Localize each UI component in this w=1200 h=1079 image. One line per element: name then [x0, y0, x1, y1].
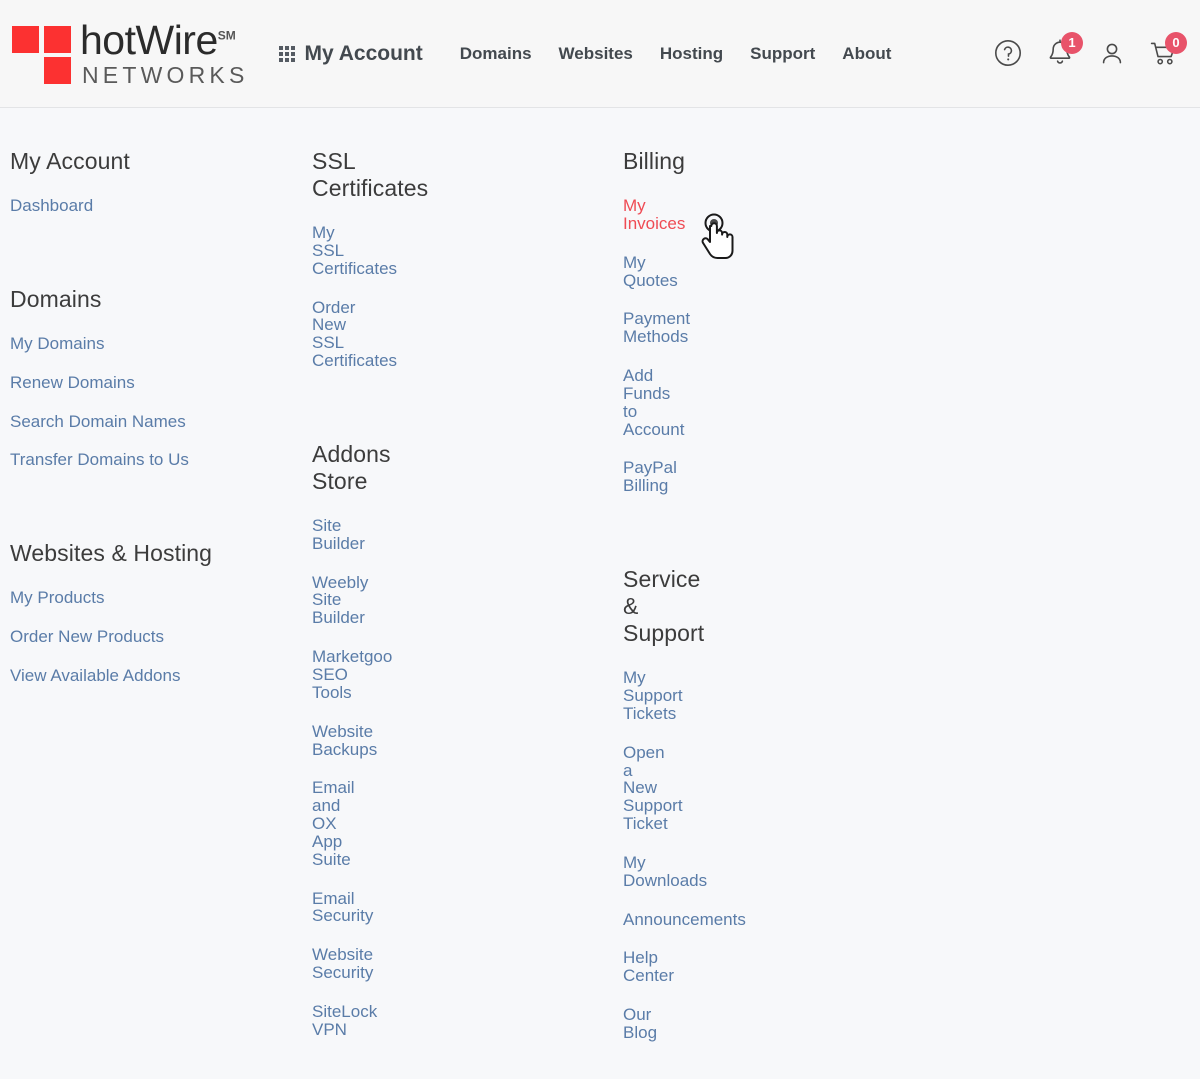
cart-count-badge: 0 [1165, 31, 1187, 54]
logo-word-text: hotWire [80, 17, 218, 63]
nav-item-about[interactable]: About [842, 44, 891, 64]
notifications-bell-icon[interactable]: 1 [1044, 31, 1083, 71]
account-links-grid: My Account Dashboard Domains My Domains … [0, 108, 1200, 1079]
logo-squares-icon [10, 23, 72, 85]
grid-apps-icon [278, 45, 295, 62]
header-icon-group: 1 0 [992, 31, 1187, 71]
nav-item-support[interactable]: Support [750, 44, 815, 64]
promo-panel: Get Paid To Share Start Earning Residual… [321, 142, 1200, 1079]
logo-subtitle: NETWORKS [82, 62, 249, 88]
my-account-menu-button[interactable]: My Account [278, 41, 423, 66]
help-circle-icon[interactable] [992, 37, 1024, 71]
brand-logo[interactable]: hotWireSM NETWORKS [10, 20, 249, 87]
nav-item-domains[interactable]: Domains [460, 44, 532, 64]
page-header: hotWireSM NETWORKS My Account Domains We… [0, 0, 1200, 108]
user-account-icon[interactable] [1096, 37, 1128, 71]
my-account-label: My Account [304, 41, 423, 65]
nav-item-websites[interactable]: Websites [559, 44, 633, 64]
nav-item-hosting[interactable]: Hosting [660, 44, 723, 64]
notification-count-badge: 1 [1061, 31, 1083, 54]
shopping-cart-icon[interactable]: 0 [1148, 31, 1187, 71]
logo-wordmark: hotWireSM [80, 20, 249, 61]
logo-servicemark: SM [217, 28, 236, 43]
main-navigation: Domains Websites Hosting Support About [460, 44, 892, 64]
